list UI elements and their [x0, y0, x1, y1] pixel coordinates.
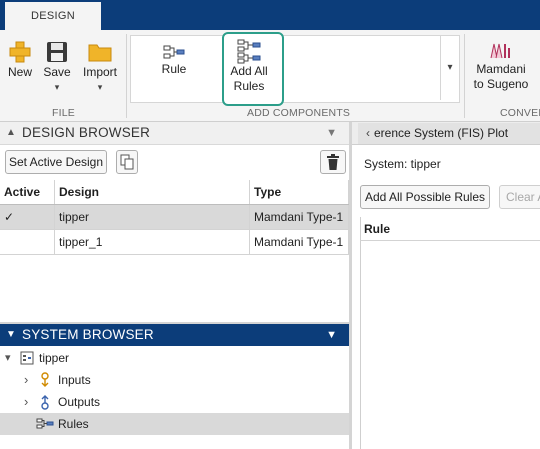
tree-node-inputs[interactable]: › Inputs — [0, 369, 349, 391]
design-browser-title: DESIGN BROWSER — [22, 125, 151, 140]
system-label: System: tipper — [364, 157, 441, 171]
table-row[interactable]: ✓ tipper Mamdani Type-1 — [0, 204, 349, 230]
duplicate-design-button[interactable] — [116, 150, 138, 174]
new-label: New — [7, 65, 32, 79]
section-divider — [464, 34, 465, 118]
add-components-section-label: ADD COMPONENTS — [247, 107, 351, 119]
save-label: Save — [43, 65, 71, 79]
system-browser-header: ▼ SYSTEM BROWSER ▼ — [0, 324, 349, 346]
section-divider — [126, 34, 127, 118]
trash-icon — [327, 154, 339, 170]
gallery-expand-button[interactable]: ▾ — [440, 36, 459, 100]
type-cell[interactable]: Mamdani Type-1 — [249, 229, 349, 255]
save-disk-icon — [47, 42, 67, 62]
column-header-type[interactable]: Type — [249, 180, 349, 205]
tree-expand-icon[interactable]: › — [24, 391, 28, 413]
add-all-rules-button[interactable]: Add All Rules — [226, 38, 272, 94]
design-table: Active Design Type ✓ tipper Mamdani Type… — [0, 180, 349, 255]
system-browser-menu-icon[interactable]: ▼ — [326, 324, 337, 346]
rule-editor-panel: ‹ erence System (FIS) Plot System: tipper… — [352, 122, 540, 449]
design-browser-menu-icon[interactable]: ▼ — [326, 122, 337, 144]
convert-label-line1: Mamdani — [476, 62, 526, 76]
convert-section-label: CONVER — [500, 107, 540, 119]
new-button[interactable]: New — [3, 39, 37, 80]
mamdani-to-sugeno-button[interactable]: Mamdani to Sugeno — [470, 38, 532, 92]
add-rule-button[interactable]: Rule — [154, 42, 194, 77]
add-all-rules-label-line2: Rules — [233, 79, 265, 93]
column-header-design[interactable]: Design — [54, 180, 250, 205]
copy-icon — [120, 154, 134, 170]
rule-icon — [163, 45, 185, 59]
save-button[interactable]: Save ▾ — [41, 39, 73, 95]
rule-grid — [360, 217, 540, 449]
tree-expand-icon[interactable]: › — [24, 369, 28, 391]
left-panel: ▲ DESIGN BROWSER ▼ Set Active Design Act… — [0, 122, 349, 449]
column-header-active[interactable]: Active — [0, 180, 55, 205]
tree-label: tipper — [39, 351, 70, 365]
outputs-icon — [41, 395, 49, 410]
table-row[interactable]: tipper_1 Mamdani Type-1 — [0, 229, 349, 255]
fis-system-icon — [20, 351, 34, 365]
clear-all-rules-button[interactable]: Clear A — [499, 185, 540, 209]
system-browser-collapse-icon[interactable]: ▼ — [6, 324, 16, 346]
set-active-design-button[interactable]: Set Active Design — [5, 150, 107, 174]
inputs-icon — [41, 372, 49, 387]
tab-fis-plot-label: erence System (FIS) Plot — [374, 126, 509, 140]
tree-label: Outputs — [58, 395, 101, 409]
rules-icon — [36, 418, 54, 429]
delete-design-button[interactable] — [320, 150, 346, 174]
import-button[interactable]: Import ▾ — [79, 39, 121, 95]
tree-label: Inputs — [58, 373, 91, 387]
tree-node-outputs[interactable]: › Outputs — [0, 391, 349, 413]
design-table-header: Active Design Type — [0, 180, 349, 205]
tree-label: Rules — [58, 417, 89, 431]
file-section-label: FILE — [52, 107, 75, 119]
system-browser-title: SYSTEM BROWSER — [22, 327, 154, 342]
import-dropdown-icon[interactable]: ▾ — [79, 80, 121, 95]
import-folder-icon — [88, 44, 112, 62]
tree-node-tipper[interactable]: ▾ tipper — [0, 347, 349, 369]
tab-design[interactable]: DESIGN — [5, 2, 101, 30]
tab-scroll-left-icon[interactable]: ‹ — [358, 126, 374, 140]
design-cell[interactable]: tipper — [54, 204, 250, 230]
tree-expand-icon[interactable]: ▾ — [5, 347, 11, 369]
tree-node-rules[interactable]: Rules — [0, 413, 349, 435]
add-all-rules-icon — [237, 39, 261, 64]
new-plus-icon — [9, 41, 31, 63]
design-browser-header: ▲ DESIGN BROWSER ▼ — [0, 122, 349, 145]
active-cell[interactable] — [0, 229, 55, 255]
type-cell[interactable]: Mamdani Type-1 — [249, 204, 349, 230]
design-browser-collapse-icon[interactable]: ▲ — [6, 122, 16, 144]
convert-label-line2: to Sugeno — [473, 77, 529, 91]
column-header-rule[interactable]: Rule — [360, 217, 540, 241]
design-cell[interactable]: tipper_1 — [54, 229, 250, 255]
rule-label: Rule — [161, 62, 187, 76]
active-cell[interactable]: ✓ — [0, 204, 55, 230]
add-all-rules-label-line1: Add All — [230, 64, 268, 78]
import-label: Import — [82, 65, 117, 79]
add-all-possible-rules-button[interactable]: Add All Possible Rules — [360, 185, 490, 209]
tab-fis-plot[interactable]: ‹ erence System (FIS) Plot — [358, 123, 540, 144]
save-dropdown-icon[interactable]: ▾ — [41, 80, 73, 95]
convert-icon — [490, 43, 510, 59]
